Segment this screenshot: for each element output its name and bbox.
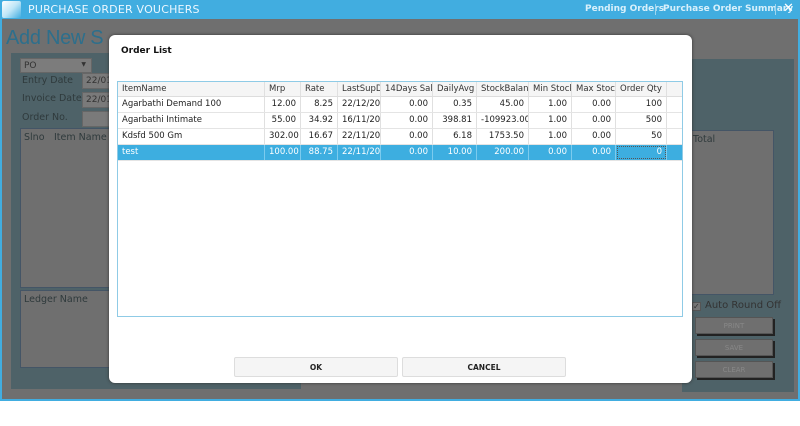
grid-cell[interactable]: 0.00: [381, 97, 433, 112]
grid-cell[interactable]: 500: [616, 113, 667, 128]
voucher-type-dropdown[interactable]: PO ▼: [20, 58, 92, 73]
grid-cell[interactable]: 100.00: [265, 145, 301, 160]
grid-cell[interactable]: 100: [616, 97, 667, 112]
grid-cell[interactable]: 0: [616, 145, 667, 160]
grid-cell[interactable]: 22/11/201: [338, 129, 381, 144]
column-header[interactable]: Min Stock: [529, 82, 572, 96]
grid-cell[interactable]: Kdsfd 500 Gm: [118, 129, 265, 144]
grid-cell[interactable]: 50: [616, 129, 667, 144]
page-title: Add New S: [6, 27, 104, 49]
grid-cell[interactable]: 10.00: [433, 145, 477, 160]
divider: [775, 4, 776, 15]
grid-cell[interactable]: -109923.00: [477, 113, 529, 128]
dialog-title: Order List: [121, 46, 172, 56]
grid-cell[interactable]: 0.35: [433, 97, 477, 112]
grid-cell[interactable]: 1753.50: [477, 129, 529, 144]
chevron-down-icon: ▼: [81, 61, 86, 68]
close-icon[interactable]: ✕: [783, 1, 794, 16]
grid-header-row: ItemName Mrp Rate LastSupD 14Days Sale DailyA…: [118, 82, 682, 97]
grid-cell[interactable]: 12.00: [265, 97, 301, 112]
order-list-dialog: Order List ItemName Mrp Rate LastSupD 14Days…: [109, 35, 692, 383]
grid-cell[interactable]: 0.00: [572, 129, 616, 144]
app-title: PURCHASE ORDER VOUCHERS: [28, 3, 200, 16]
clear-button[interactable]: CLEAR: [695, 361, 773, 378]
grid-cell[interactable]: 0.00: [572, 97, 616, 112]
grid-cell[interactable]: 22/11/201: [338, 145, 381, 160]
auto-round-off-checkbox[interactable]: ✓: [692, 302, 701, 311]
column-header[interactable]: 14Days Sale: [381, 82, 433, 96]
table-row[interactable]: Kdsfd 500 Gm302.0016.6722/11/2010.006.18…: [118, 129, 682, 145]
grid-cell[interactable]: 16/11/201: [338, 113, 381, 128]
invoice-date-label: Invoice Date: [22, 93, 82, 104]
grid-cell[interactable]: 22/12/201: [338, 97, 381, 112]
grid-cell[interactable]: 16.67: [301, 129, 338, 144]
ok-button[interactable]: OK: [234, 357, 398, 377]
cancel-button[interactable]: CANCEL: [402, 357, 566, 377]
grid-cell[interactable]: 0.00: [572, 145, 616, 160]
grid-cell[interactable]: 1.00: [529, 129, 572, 144]
grid-cell[interactable]: 0.00: [381, 113, 433, 128]
ledger-grid: Ledger Name: [20, 290, 120, 368]
items-grid: Slno Item Name: [20, 128, 120, 288]
column-header[interactable]: Order Qty: [616, 82, 667, 96]
column-header[interactable]: LastSupD: [338, 82, 381, 96]
slno-header: Slno: [24, 132, 45, 143]
auto-round-off-label: Auto Round Off: [705, 300, 781, 311]
voucher-type-value: PO: [24, 61, 37, 71]
column-header[interactable]: ItemName: [118, 82, 265, 96]
column-header[interactable]: StockBalance: [477, 82, 529, 96]
grid-cell[interactable]: Agarbathi Demand 100: [118, 97, 265, 112]
table-row[interactable]: Agarbathi Intimate55.0034.9216/11/2010.0…: [118, 113, 682, 129]
save-button[interactable]: SAVE: [695, 339, 773, 356]
grid-cell[interactable]: 0.00: [572, 113, 616, 128]
grid-cell[interactable]: 0.00: [529, 145, 572, 160]
grid-cell[interactable]: Agarbathi Intimate: [118, 113, 265, 128]
print-button[interactable]: PRINT: [695, 317, 773, 334]
title-bar: PURCHASE ORDER VOUCHERS Pending Orders P…: [0, 0, 800, 19]
grid-cell[interactable]: 302.00: [265, 129, 301, 144]
grid-cell[interactable]: 200.00: [477, 145, 529, 160]
grid-cell[interactable]: 55.00: [265, 113, 301, 128]
grid-cell[interactable]: 0.00: [381, 145, 433, 160]
order-list-grid: ItemName Mrp Rate LastSupD 14Days Sale DailyA…: [117, 81, 683, 317]
purchase-order-summary-link[interactable]: Purchase Order Summary: [663, 4, 793, 14]
grid-cell[interactable]: test: [118, 145, 265, 160]
column-header[interactable]: Rate: [301, 82, 338, 96]
total-header: Total: [693, 134, 716, 145]
column-header[interactable]: Max Stock: [572, 82, 616, 96]
grid-cell[interactable]: 1.00: [529, 113, 572, 128]
column-header[interactable]: DailyAvg: [433, 82, 477, 96]
grid-cell[interactable]: 1.00: [529, 97, 572, 112]
app-logo-icon: [2, 1, 21, 18]
column-header[interactable]: Mrp: [265, 82, 301, 96]
totals-grid: Total: [682, 130, 774, 295]
entry-date-label: Entry Date: [22, 75, 74, 86]
order-no-label: Order No.: [22, 112, 68, 123]
table-row[interactable]: test100.0088.7522/11/2010.0010.00200.000…: [118, 145, 682, 161]
table-row[interactable]: Agarbathi Demand 10012.008.2522/12/2010.…: [118, 97, 682, 113]
grid-cell[interactable]: 0.00: [381, 129, 433, 144]
grid-cell[interactable]: 6.18: [433, 129, 477, 144]
grid-cell[interactable]: 88.75: [301, 145, 338, 160]
grid-cell[interactable]: 45.00: [477, 97, 529, 112]
pending-orders-link[interactable]: Pending Orders: [585, 4, 664, 14]
divider: [655, 4, 656, 15]
grid-cell[interactable]: 398.81: [433, 113, 477, 128]
grid-cell[interactable]: 8.25: [301, 97, 338, 112]
ledger-name-header: Ledger Name: [24, 294, 88, 305]
grid-cell[interactable]: 34.92: [301, 113, 338, 128]
item-name-header: Item Name: [54, 132, 107, 143]
